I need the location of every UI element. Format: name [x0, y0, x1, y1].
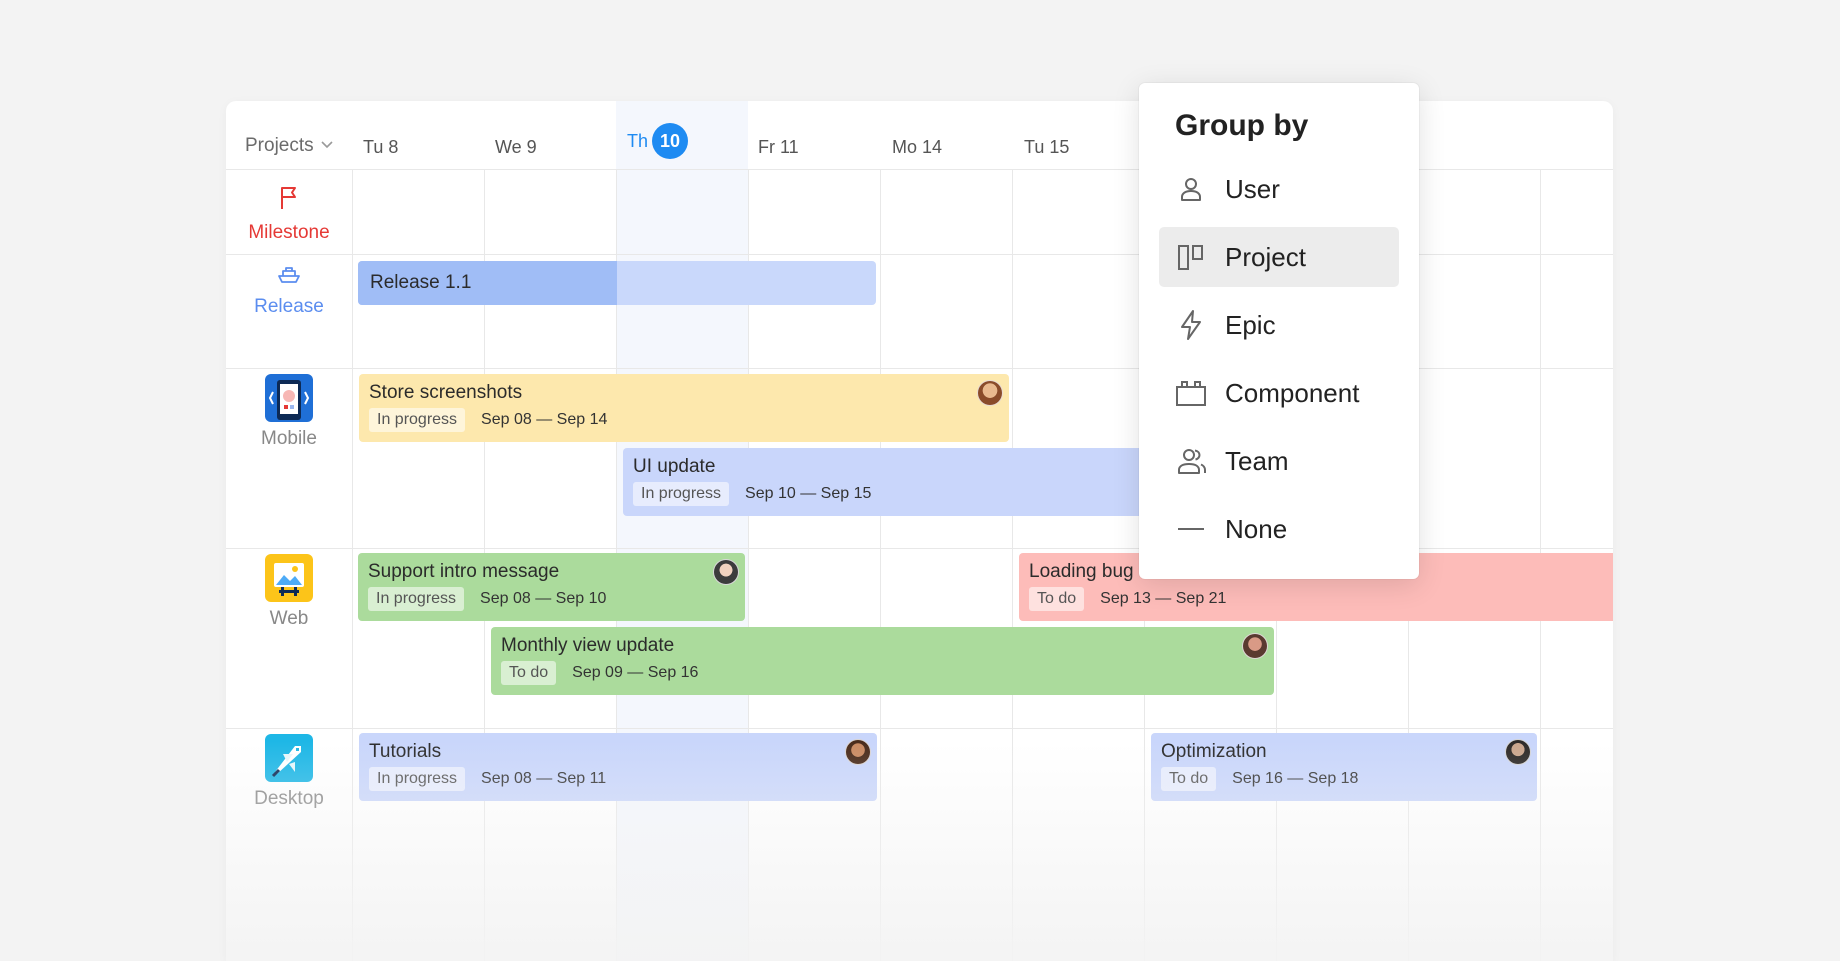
- avatar[interactable]: [713, 559, 739, 585]
- today-column-highlight: [616, 101, 748, 961]
- group-by-option-none[interactable]: None: [1159, 499, 1399, 559]
- row-label-desktop: Desktop: [226, 734, 352, 810]
- option-label: Component: [1225, 377, 1360, 408]
- avatar[interactable]: [1242, 633, 1268, 659]
- project-board-icon: [1174, 240, 1208, 274]
- desktop-app-icon: [265, 734, 313, 782]
- status-badge: In progress: [633, 482, 730, 506]
- row-label-text: Desktop: [254, 788, 324, 809]
- task-title: UI update: [633, 456, 716, 477]
- task-dates: Sep 08 — Sep 10: [480, 590, 607, 607]
- task-title: Optimization: [1161, 741, 1267, 762]
- task-bar-tutorials[interactable]: Tutorials In progress Sep 08 — Sep 11: [359, 733, 877, 801]
- row-label-text: Release: [254, 296, 324, 317]
- group-by-option-epic[interactable]: Epic: [1159, 295, 1399, 355]
- option-label: Project: [1225, 241, 1306, 272]
- task-dates: Sep 09 — Sep 16: [572, 664, 699, 681]
- group-by-heading: Group by: [1175, 109, 1309, 142]
- day-header: We 9: [495, 136, 537, 157]
- user-icon: [1174, 172, 1208, 206]
- status-badge: In progress: [368, 587, 465, 611]
- status-badge: In progress: [369, 408, 466, 432]
- group-by-option-component[interactable]: Component: [1159, 363, 1399, 423]
- day-header: Mo 14: [892, 136, 943, 157]
- group-by-option-user[interactable]: User: [1159, 159, 1399, 219]
- projects-dropdown-label: Projects: [245, 135, 314, 156]
- row-divider: [226, 728, 1613, 729]
- task-title: Support intro message: [368, 561, 560, 582]
- status-badge: To do: [1029, 587, 1085, 611]
- task-dates: Sep 08 — Sep 11: [481, 770, 607, 787]
- row-label-release: Release: [226, 265, 352, 318]
- day-header: Tu 8: [363, 136, 399, 157]
- grid-line: [1012, 169, 1013, 961]
- status-badge: To do: [501, 661, 557, 685]
- task-title: Store screenshots: [369, 382, 523, 403]
- task-dates: Sep 16 — Sep 18: [1232, 770, 1359, 787]
- day-label: Th: [627, 130, 649, 151]
- row-label-mobile: Mobile: [226, 374, 352, 450]
- avatar[interactable]: [977, 380, 1003, 406]
- row-label-text: Mobile: [261, 428, 317, 449]
- chevron-down-icon: [320, 135, 334, 157]
- release-bar[interactable]: Release 1.1: [358, 261, 876, 305]
- avatar[interactable]: [1505, 739, 1531, 765]
- day-header-today: Th 10: [627, 123, 689, 159]
- task-bar-optimization[interactable]: Optimization To do Sep 16 — Sep 18: [1151, 733, 1537, 801]
- lightning-icon: [1174, 308, 1208, 342]
- web-app-icon: [265, 554, 313, 602]
- status-badge: In progress: [369, 767, 466, 791]
- today-indicator: 10: [652, 123, 689, 159]
- grid-line: [880, 169, 881, 961]
- task-bar-monthly-view-update[interactable]: Monthly view update To do Sep 09 — Sep 1…: [491, 627, 1274, 695]
- task-bar-support-intro-message[interactable]: Support intro message In progress Sep 08…: [358, 553, 745, 621]
- option-label: Team: [1225, 445, 1289, 476]
- row-label-text: Web: [269, 608, 309, 629]
- ship-icon: [276, 265, 302, 290]
- grid-line: [352, 169, 353, 961]
- task-dates: Sep 10 — Sep 15: [745, 485, 872, 502]
- task-title: Monthly view update: [501, 635, 675, 656]
- mobile-app-icon: [265, 374, 313, 422]
- minus-icon: [1174, 512, 1208, 546]
- day-header: Tu 15: [1024, 136, 1070, 157]
- task-dates: Sep 13 — Sep 21: [1100, 590, 1227, 607]
- option-label: User: [1225, 173, 1280, 204]
- group-by-option-team[interactable]: Team: [1159, 431, 1399, 491]
- group-by-option-project[interactable]: Project: [1159, 227, 1399, 287]
- task-bar-ui-update[interactable]: UI update In progress Sep 10 — Sep 15: [623, 448, 1183, 516]
- status-badge: To do: [1161, 767, 1217, 791]
- task-dates: Sep 08 — Sep 14: [481, 411, 608, 428]
- row-label-milestone: Milestone: [226, 185, 352, 244]
- row-label-text: Milestone: [248, 222, 330, 243]
- flag-icon: [278, 185, 300, 216]
- task-bar-store-screenshots[interactable]: Store screenshots In progress Sep 08 — S…: [359, 374, 1009, 442]
- projects-dropdown[interactable]: Projects: [245, 134, 334, 158]
- row-label-web: Web: [226, 554, 352, 630]
- task-title: Tutorials: [369, 741, 442, 762]
- component-icon: [1174, 376, 1208, 410]
- day-header: Fr 11: [758, 136, 799, 157]
- avatar[interactable]: [845, 739, 871, 765]
- release-title: Release 1.1: [370, 272, 472, 293]
- option-label: None: [1225, 513, 1288, 544]
- team-icon: [1174, 444, 1208, 478]
- group-by-menu: Group by User Project Epic Component Tea…: [1139, 83, 1419, 579]
- option-label: Epic: [1225, 309, 1276, 340]
